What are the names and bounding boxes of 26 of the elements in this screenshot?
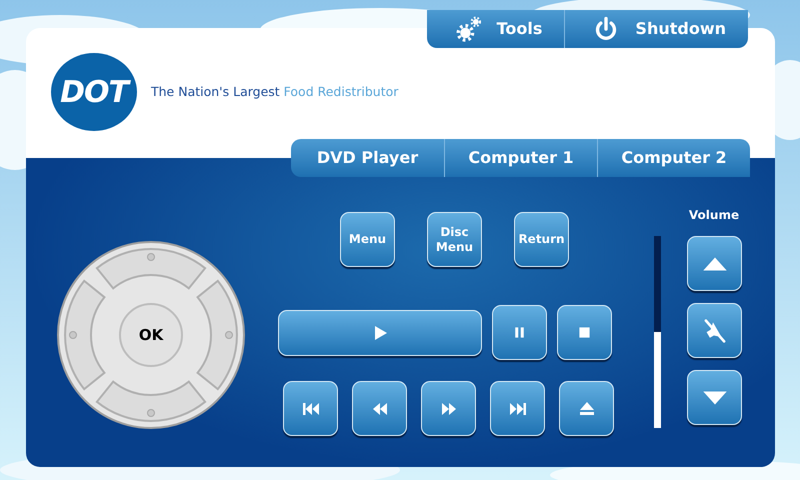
mute-icon [702, 318, 728, 344]
left-direction-button[interactable] [64, 280, 106, 390]
tagline: The Nation's Largest Food Redistributor [151, 82, 398, 101]
volume-down-button[interactable] [687, 370, 742, 425]
gears-icon [454, 16, 481, 42]
stop-button[interactable] [557, 305, 612, 360]
rewind-button[interactable] [352, 381, 407, 436]
menu-button[interactable]: Disc Menu [427, 212, 482, 267]
eject-button[interactable] [559, 381, 614, 436]
down-direction-button[interactable] [96, 380, 206, 422]
volume-up-button[interactable] [687, 236, 742, 291]
pause-button[interactable] [492, 305, 547, 360]
play-button[interactable] [278, 310, 482, 356]
fast-forward-button[interactable] [421, 381, 476, 436]
tools-button[interactable]: Tools [426, 10, 564, 48]
previous-button[interactable] [283, 381, 338, 436]
source-tab[interactable]: DVD Player [291, 139, 444, 177]
menu-button[interactable]: Return [514, 212, 569, 267]
shutdown-button[interactable]: Shutdown [564, 10, 748, 48]
next-button[interactable] [490, 381, 545, 436]
mute-button[interactable] [687, 303, 742, 358]
up-direction-button[interactable] [96, 248, 206, 290]
volume-label: Volume [688, 207, 740, 224]
right-direction-button[interactable] [196, 280, 238, 390]
menu-button[interactable]: Menu [340, 212, 395, 267]
logo: DOT [51, 53, 137, 131]
